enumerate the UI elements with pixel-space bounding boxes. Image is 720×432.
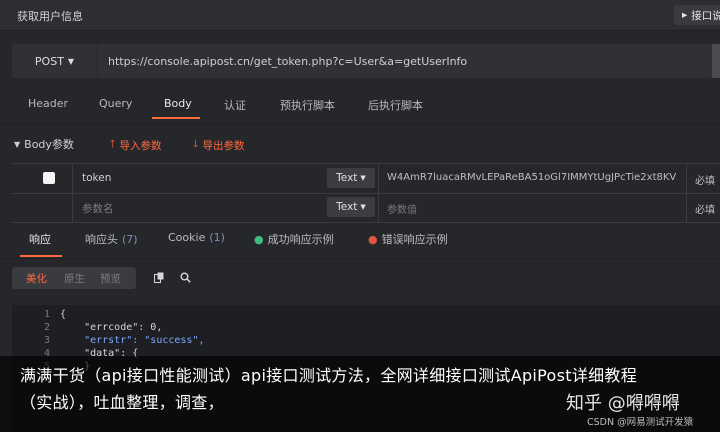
tab-pre-script[interactable]: 预执行脚本 (280, 97, 335, 113)
param-type-select[interactable]: Text ▼ (327, 197, 375, 217)
row-enable-cell (12, 193, 73, 222)
table-row: token Text ▼ W4AmR7luacaRMvLEPaReBA51oGl… (12, 164, 720, 194)
request-tabs: Header Query Body 认证 预执行脚本 后执行脚本 (0, 90, 720, 120)
arrow-up-icon: 🡑 (110, 138, 116, 150)
body-params-toggle[interactable]: ▼ Body参数 (14, 136, 74, 152)
param-type-select[interactable]: Text ▼ (327, 168, 375, 188)
export-params-button[interactable]: 🡓 导出参数 (193, 136, 244, 154)
api-doc-button-label: 接口说 (691, 9, 720, 22)
view-mode-beautify[interactable]: 美化 (26, 271, 47, 286)
export-params-label: 导出参数 (202, 139, 245, 152)
view-mode-switch: 美化 原生 预览 (12, 267, 136, 289)
tab-response-headers[interactable]: 响应头 (7) (85, 231, 138, 247)
divider (0, 258, 720, 259)
arrow-down-icon: 🡓 (193, 138, 199, 150)
param-key-input[interactable]: token (82, 172, 111, 184)
cookie-count: (1) (209, 231, 225, 244)
tab-error-example-label: 错误响应示例 (381, 233, 448, 246)
caret-down-icon: ▼ (67, 56, 75, 66)
tab-success-example-label: 成功响应示例 (267, 233, 334, 246)
caret-down-icon: ▼ (360, 203, 366, 211)
top-bar: 获取用户信息 ▸ 接口说 (0, 0, 720, 31)
search-icon[interactable] (180, 272, 191, 286)
row-enable-cell (12, 164, 73, 193)
caption-text: 满满干货（api接口性能测试）api接口测试方法，全网详细接口测试ApiPost… (20, 366, 638, 412)
param-key-placeholder[interactable]: 参数名 (82, 201, 114, 216)
caret-down-icon: ▼ (14, 139, 21, 149)
copy-icon[interactable] (154, 272, 165, 286)
active-response-tab-indicator (20, 255, 62, 257)
code-line: "errcode": 0, (60, 322, 163, 333)
line-number: 2 (43, 322, 50, 333)
param-type-label: Text (336, 172, 358, 184)
tab-auth[interactable]: 认证 (224, 97, 246, 113)
tab-success-example[interactable]: ● 成功响应示例 (254, 231, 334, 247)
params-table: token Text ▼ W4AmR7luacaRMvLEPaReBA51oGl… (12, 163, 720, 223)
active-tab-indicator (152, 117, 200, 119)
api-title: 获取用户信息 (17, 10, 83, 23)
param-value-placeholder[interactable]: 参数值 (387, 201, 417, 216)
method-label: POST (34, 54, 64, 68)
method-select[interactable]: POST ▼ (12, 44, 98, 78)
divider (378, 193, 379, 222)
response-headers-count: (7) (122, 232, 138, 246)
tab-response[interactable]: 响应 (29, 231, 51, 247)
divider (686, 193, 687, 222)
tab-body[interactable]: Body (164, 97, 192, 110)
view-mode-preview[interactable]: 预览 (100, 271, 121, 286)
param-required-label[interactable]: 必填 (695, 172, 715, 187)
zhihu-watermark: 知乎 @嘚嘚嘚 (566, 393, 680, 414)
param-type-label: Text (336, 201, 358, 213)
caret-down-icon: ▼ (360, 174, 366, 182)
tab-header[interactable]: Header (28, 97, 68, 110)
tab-response-label: 响应 (29, 233, 51, 246)
code-line: "errstr": "success", (60, 335, 205, 346)
url-bar: POST ▼ https://console.apipost.cn/get_to… (12, 44, 712, 78)
view-mode-raw[interactable]: 原生 (64, 271, 85, 286)
csdn-watermark: CSDN @网易测试开发猿 (587, 417, 694, 428)
check-circle-icon: ● (254, 232, 264, 246)
table-row: 参数名 Text ▼ 参数值 必填 (12, 193, 720, 223)
body-params-label: Body参数 (24, 138, 74, 151)
import-params-button[interactable]: 🡑 导入参数 (110, 136, 161, 154)
row-enable-checkbox[interactable] (43, 172, 55, 184)
tab-cookie-label: Cookie (168, 231, 206, 244)
tab-error-example[interactable]: ● 错误响应示例 (368, 231, 448, 247)
divider (686, 164, 687, 193)
import-params-label: 导入参数 (119, 139, 162, 152)
param-required-label[interactable]: 必填 (695, 201, 715, 216)
code-line: { (60, 309, 67, 320)
tab-response-headers-label: 响应头 (85, 233, 118, 246)
play-icon: ▸ (682, 9, 688, 21)
divider (0, 123, 720, 124)
param-value-input[interactable]: W4AmR7luacaRMvLEPaReBA51oGl7IMMYtUgJPcTi… (387, 172, 676, 183)
tab-cookie[interactable]: Cookie (1) (168, 231, 225, 244)
url-input[interactable]: https://console.apipost.cn/get_token.php… (108, 55, 467, 68)
line-number: 3 (43, 335, 50, 346)
line-number: 1 (43, 309, 50, 320)
send-button-edge[interactable] (712, 44, 720, 78)
error-circle-icon: ● (368, 232, 378, 246)
tab-query[interactable]: Query (99, 97, 132, 110)
tab-post-script[interactable]: 后执行脚本 (368, 97, 423, 113)
api-doc-button[interactable]: ▸ 接口说 (674, 5, 720, 25)
divider (378, 164, 379, 193)
